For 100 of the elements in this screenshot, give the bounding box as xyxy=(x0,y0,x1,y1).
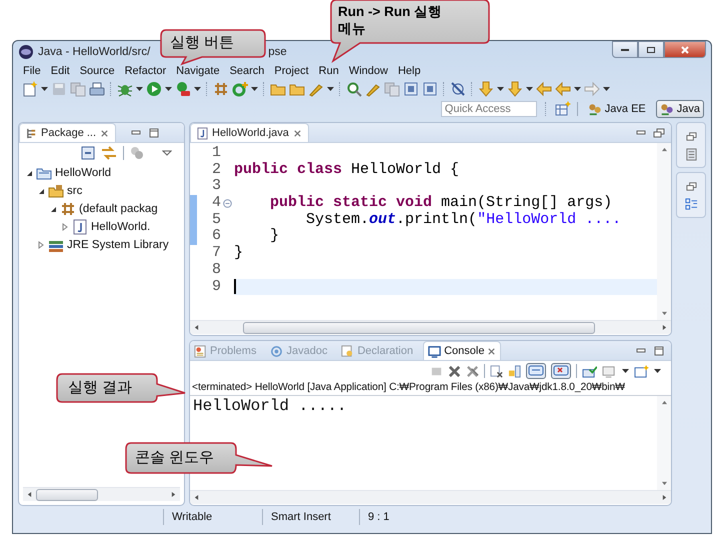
restore-icon[interactable] xyxy=(653,126,665,138)
minimize-button[interactable] xyxy=(612,41,638,58)
perspective-icon xyxy=(660,102,674,116)
status-text: Smart Insert xyxy=(262,509,359,525)
left-arrow-icon[interactable] xyxy=(194,495,199,500)
window-title: pse xyxy=(268,46,287,58)
task-list-icon[interactable] xyxy=(684,198,698,211)
restore-icon[interactable] xyxy=(686,131,696,142)
menu-item[interactable]: Run xyxy=(314,65,344,77)
status-text: Writable xyxy=(163,509,262,525)
view-tab[interactable]: Package ... xyxy=(19,123,116,142)
vertical-scrollbar[interactable] xyxy=(657,143,671,320)
display-console-icon[interactable] xyxy=(602,364,617,378)
collapse-all-icon[interactable] xyxy=(81,146,95,160)
hierarchy-icon xyxy=(26,128,37,138)
perspective-button[interactable]: Java xyxy=(656,100,704,118)
down-arrow-icon[interactable] xyxy=(662,481,666,486)
menu-item[interactable]: Source xyxy=(74,65,120,77)
caret-icon[interactable] xyxy=(327,86,334,90)
menu-item[interactable]: Refactor xyxy=(120,65,172,77)
fold-icon[interactable] xyxy=(223,198,232,208)
right-arrow-icon[interactable] xyxy=(662,325,667,330)
close-icon[interactable] xyxy=(487,346,496,356)
new-file-icon[interactable] xyxy=(22,80,38,96)
up-arrow-icon[interactable] xyxy=(662,147,666,152)
java-file-icon xyxy=(197,126,208,140)
line-number: 3 xyxy=(210,178,221,196)
caret-icon[interactable] xyxy=(574,86,581,90)
expanded-arrow-icon[interactable] xyxy=(37,187,45,195)
editor-tab[interactable]: HelloWorld.java xyxy=(190,123,309,142)
close-icon[interactable] xyxy=(100,128,110,138)
restore-icon[interactable] xyxy=(686,181,696,192)
perspective-button[interactable]: Java EE xyxy=(584,100,650,118)
menu-item[interactable]: File xyxy=(18,65,46,77)
down-arrow-icon[interactable] xyxy=(662,311,666,316)
caret-icon[interactable] xyxy=(251,86,258,90)
up-arrow-icon[interactable] xyxy=(662,400,666,405)
run-icon[interactable] xyxy=(146,80,162,96)
horizontal-scrollbar[interactable] xyxy=(23,487,180,501)
tree-item[interactable]: JRE System Library xyxy=(67,239,169,251)
expanded-arrow-icon[interactable] xyxy=(49,205,57,213)
caret-icon[interactable] xyxy=(497,86,504,90)
link-icon[interactable] xyxy=(101,146,117,160)
printer-icon[interactable] xyxy=(89,80,105,96)
menu-item[interactable]: Help xyxy=(392,65,426,77)
menu-item[interactable]: Edit xyxy=(46,65,75,77)
tools-icon[interactable] xyxy=(175,80,191,96)
caret-icon[interactable] xyxy=(654,369,661,373)
pin-output-icon[interactable] xyxy=(526,363,546,379)
remove-icon[interactable] xyxy=(448,364,461,378)
left-arrow-icon[interactable] xyxy=(27,492,32,497)
scroll-lock-icon[interactable] xyxy=(508,364,521,378)
menu-item[interactable]: Window xyxy=(344,65,393,77)
caret-icon[interactable] xyxy=(526,86,533,90)
menu-item[interactable]: Project xyxy=(269,65,314,77)
menu-item[interactable]: Search xyxy=(224,65,270,77)
caret-icon[interactable] xyxy=(622,369,629,373)
view-tab[interactable]: Console xyxy=(423,341,502,360)
close-button[interactable] xyxy=(664,41,706,58)
maximize-icon[interactable] xyxy=(653,344,665,356)
collapsed-arrow-icon[interactable] xyxy=(37,241,45,249)
tree-item[interactable]: src xyxy=(67,185,82,197)
right-arrow-icon[interactable] xyxy=(171,492,176,497)
clear-console-icon[interactable] xyxy=(490,364,503,378)
right-arrow-icon[interactable] xyxy=(662,495,667,500)
quick-access-field[interactable]: Quick Access xyxy=(440,101,537,117)
toggle-icon[interactable] xyxy=(450,80,466,96)
line-number: 2 xyxy=(210,162,221,178)
caret-icon[interactable] xyxy=(136,86,143,90)
caret-icon[interactable] xyxy=(165,86,172,90)
maximize-icon xyxy=(646,44,656,54)
collapsed-arrow-icon[interactable] xyxy=(61,223,69,231)
caret-icon[interactable] xyxy=(41,86,48,90)
tree-item[interactable]: HelloWorld. xyxy=(91,221,150,233)
console-output: HelloWorld ..... xyxy=(193,397,347,415)
menu-item[interactable]: Navigate xyxy=(171,65,225,77)
view-menu-icon[interactable] xyxy=(162,149,172,157)
outline-view-icon[interactable] xyxy=(684,148,698,161)
java-file-icon xyxy=(72,219,88,235)
maximize-button[interactable] xyxy=(638,41,664,58)
tree-item[interactable]: HelloWorld xyxy=(55,167,112,179)
open-console-icon[interactable] xyxy=(582,364,597,378)
search-icon[interactable] xyxy=(346,80,362,96)
open-perspective-icon[interactable] xyxy=(554,101,571,117)
vertical-scrollbar[interactable] xyxy=(657,396,671,490)
horizontal-scrollbar[interactable] xyxy=(190,490,671,504)
window-icon[interactable] xyxy=(403,80,419,96)
new-console-icon[interactable] xyxy=(634,364,649,378)
tree-item[interactable]: (default packag xyxy=(79,203,158,215)
remove-all-icon[interactable] xyxy=(466,364,479,378)
expanded-arrow-icon[interactable] xyxy=(25,169,33,177)
left-arrow-icon[interactable] xyxy=(194,325,199,330)
package-icon[interactable] xyxy=(213,80,229,96)
caret-icon[interactable] xyxy=(603,86,610,90)
error-output-icon[interactable] xyxy=(551,363,571,379)
close-icon[interactable] xyxy=(292,128,302,138)
maximize-icon[interactable] xyxy=(148,126,160,138)
horizontal-scrollbar[interactable] xyxy=(190,320,671,334)
caret-icon[interactable] xyxy=(194,86,201,90)
window-icon[interactable] xyxy=(422,80,438,96)
